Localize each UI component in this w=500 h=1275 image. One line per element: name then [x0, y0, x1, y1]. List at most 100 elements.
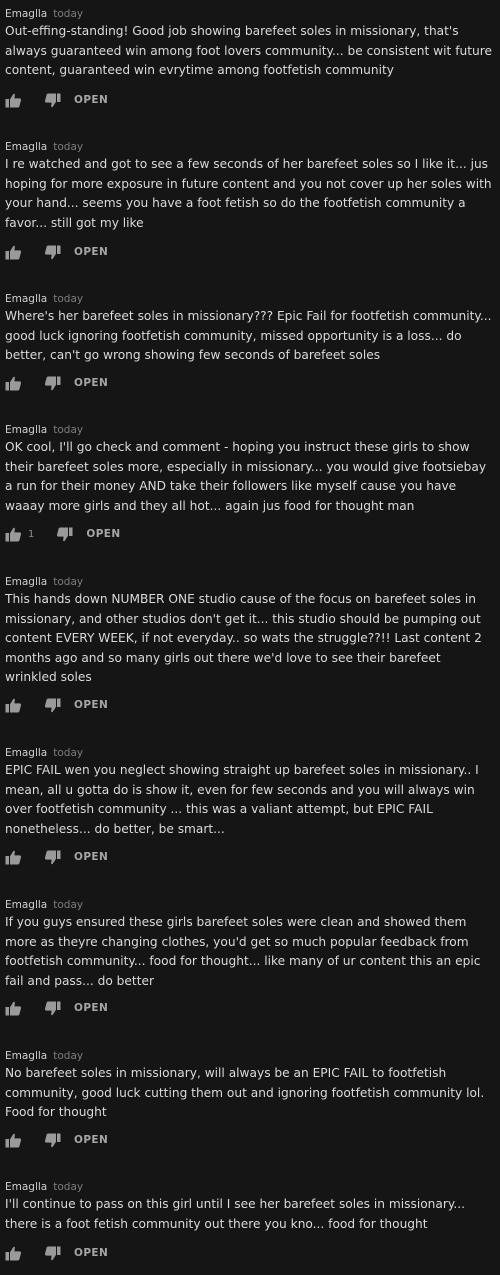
- dislike-button[interactable]: [42, 847, 62, 867]
- comment-actions: OPEN: [5, 373, 108, 393]
- comment-author[interactable]: Emaglla: [5, 141, 47, 153]
- thumbs-down-icon: [44, 93, 61, 108]
- comment-time: today: [53, 141, 84, 153]
- comment-text: No barefeet soles in missionary, will al…: [5, 1066, 485, 1120]
- like-button[interactable]: [5, 90, 24, 110]
- thumbs-down-icon: [44, 376, 61, 391]
- like-button[interactable]: [5, 1243, 24, 1263]
- comment-actions: OPEN: [5, 242, 108, 262]
- comment-text: I re watched and got to see a few second…: [5, 157, 492, 230]
- comment-item: Emaglla today This hands down NUMBER ONE s…: [5, 572, 495, 688]
- comment-meta: Emaglla today: [5, 289, 495, 305]
- thumbs-up-icon: [5, 1001, 22, 1016]
- comment-author[interactable]: Emaglla: [5, 424, 47, 436]
- thumbs-up-icon: [5, 527, 22, 542]
- open-button[interactable]: OPEN: [74, 1134, 108, 1146]
- comment-time: today: [53, 424, 84, 436]
- open-button[interactable]: OPEN: [74, 851, 108, 863]
- thumbs-up-icon: [5, 850, 22, 865]
- comment-time: today: [53, 899, 84, 911]
- comment-text: I'll continue to pass on this girl until…: [5, 1197, 465, 1231]
- comment-text: Where's her barefeet soles in missionary…: [5, 309, 492, 363]
- comment-item: Emaglla today EPIC FAIL wen you neglect sh…: [5, 743, 495, 839]
- comment-author[interactable]: Emaglla: [5, 8, 47, 20]
- comment-item: Emaglla today I'll continue to pass on thi…: [5, 1177, 495, 1234]
- comment-meta: Emaglla today: [5, 743, 495, 759]
- comment-actions: OPEN: [5, 847, 108, 867]
- like-button[interactable]: [5, 847, 24, 867]
- comment-time: today: [53, 747, 84, 759]
- open-button[interactable]: OPEN: [74, 246, 108, 258]
- comment-text: OK cool, I'll go check and comment - hop…: [5, 440, 487, 513]
- thumbs-up-icon: [5, 93, 22, 108]
- comment-actions: OPEN: [5, 1130, 108, 1150]
- comment-author[interactable]: Emaglla: [5, 747, 47, 759]
- comment-actions: OPEN: [5, 1243, 108, 1263]
- comment-item: Emaglla today OK cool, I'll go check and c…: [5, 420, 495, 516]
- dislike-button[interactable]: [42, 1243, 62, 1263]
- thumbs-up-icon: [5, 698, 22, 713]
- like-button[interactable]: [5, 998, 24, 1018]
- comment-item: Emaglla today Out-effing-standing! Good jo…: [5, 4, 495, 81]
- comment-meta: Emaglla today: [5, 1046, 495, 1062]
- thumbs-up-icon: [5, 376, 22, 391]
- comment-item: Emaglla today No barefeet soles in mission…: [5, 1046, 495, 1123]
- comment-time: today: [53, 1181, 84, 1193]
- thumbs-down-icon: [44, 1246, 61, 1261]
- dislike-button[interactable]: [42, 1130, 62, 1150]
- like-button[interactable]: [5, 1130, 24, 1150]
- comment-meta: Emaglla today: [5, 572, 495, 588]
- comment-time: today: [53, 576, 84, 588]
- open-button[interactable]: OPEN: [74, 1002, 108, 1014]
- open-button[interactable]: OPEN: [74, 94, 108, 106]
- comment-time: today: [53, 8, 84, 20]
- comment-actions: 1 OPEN: [5, 524, 121, 544]
- comment-text: This hands down NUMBER ONE studio cause …: [5, 592, 482, 685]
- open-button[interactable]: OPEN: [86, 528, 120, 540]
- thumbs-up-icon: [5, 245, 22, 260]
- comment-meta: Emaglla today: [5, 4, 495, 20]
- comment-item: Emaglla today Where's her barefeet soles i…: [5, 289, 495, 366]
- comment-author[interactable]: Emaglla: [5, 1181, 47, 1193]
- dislike-button[interactable]: [42, 90, 62, 110]
- like-button[interactable]: [5, 373, 24, 393]
- thumbs-up-icon: [5, 1133, 22, 1148]
- comment-text: EPIC FAIL wen you neglect showing straig…: [5, 763, 479, 836]
- open-button[interactable]: OPEN: [74, 1247, 108, 1259]
- open-button[interactable]: OPEN: [74, 377, 108, 389]
- thumbs-down-icon: [44, 850, 61, 865]
- thumbs-down-icon: [44, 245, 61, 260]
- comment-time: today: [53, 1050, 84, 1062]
- comment-item: Emaglla today If you guys ensured these gi…: [5, 895, 495, 991]
- dislike-button[interactable]: [54, 524, 74, 544]
- dislike-button[interactable]: [42, 998, 62, 1018]
- thumbs-up-icon: [5, 1246, 22, 1261]
- comment-meta: Emaglla today: [5, 420, 495, 436]
- dislike-button[interactable]: [42, 242, 62, 262]
- comment-meta: Emaglla today: [5, 1177, 495, 1193]
- comment-actions: OPEN: [5, 998, 108, 1018]
- thumbs-down-icon: [44, 698, 61, 713]
- like-button[interactable]: 1: [5, 524, 40, 544]
- like-count: 1: [28, 528, 35, 540]
- comment-actions: OPEN: [5, 695, 108, 715]
- comment-text: Out-effing-standing! Good job showing ba…: [5, 24, 492, 78]
- comment-item: Emaglla today I re watched and got to see …: [5, 137, 495, 233]
- comment-time: today: [53, 293, 84, 305]
- comment-meta: Emaglla today: [5, 137, 495, 153]
- dislike-button[interactable]: [42, 695, 62, 715]
- comment-author[interactable]: Emaglla: [5, 1050, 47, 1062]
- like-button[interactable]: [5, 242, 24, 262]
- dislike-button[interactable]: [42, 373, 62, 393]
- comment-text: If you guys ensured these girls barefeet…: [5, 915, 481, 988]
- comment-meta: Emaglla today: [5, 895, 495, 911]
- thumbs-down-icon: [44, 1133, 61, 1148]
- comment-author[interactable]: Emaglla: [5, 899, 47, 911]
- comment-author[interactable]: Emaglla: [5, 293, 47, 305]
- thumbs-down-icon: [56, 527, 73, 542]
- thumbs-down-icon: [44, 1001, 61, 1016]
- like-button[interactable]: [5, 695, 24, 715]
- comment-actions: OPEN: [5, 90, 108, 110]
- comment-author[interactable]: Emaglla: [5, 576, 47, 588]
- open-button[interactable]: OPEN: [74, 699, 108, 711]
